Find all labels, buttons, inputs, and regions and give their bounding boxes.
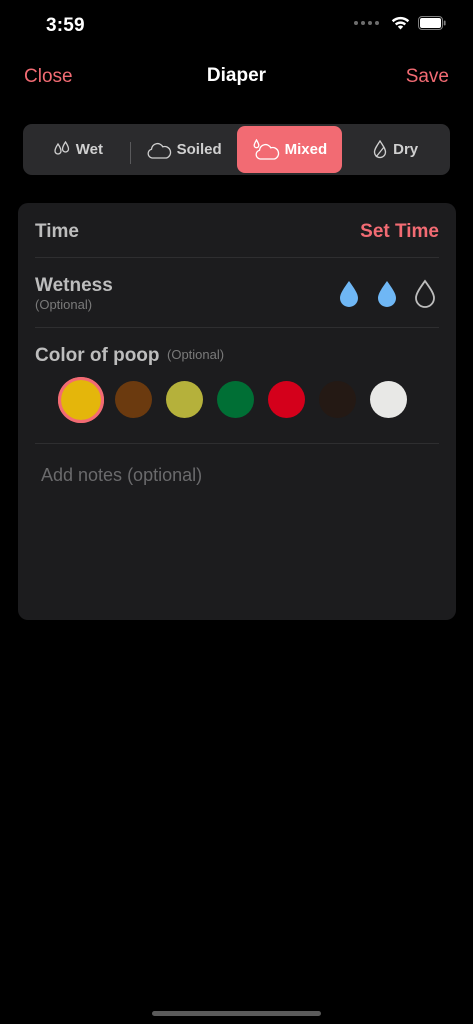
color-swatch[interactable] <box>370 381 407 418</box>
wetness-row: Wetness (Optional) <box>35 258 439 328</box>
leaf-drop-icon <box>373 139 387 158</box>
time-row: Time Set Time <box>35 203 439 258</box>
nav-bar: Close Diaper Save <box>0 60 473 94</box>
segment-label: Wet <box>75 141 103 158</box>
battery-icon <box>418 16 446 30</box>
drops-icon <box>54 140 69 155</box>
diaper-form-card: Time Set Time Wetness (Optional) Color o… <box>18 203 456 620</box>
color-swatch[interactable] <box>217 381 254 418</box>
cloud-drop-icon <box>253 138 279 160</box>
segment-soiled[interactable]: Soiled <box>131 126 237 173</box>
drop-icon[interactable] <box>375 279 399 314</box>
time-label: Time <box>35 221 80 242</box>
page-title: Diaper <box>206 65 267 86</box>
segment-wet[interactable]: Wet <box>25 126 131 173</box>
color-swatch[interactable] <box>58 376 104 423</box>
color-swatch[interactable] <box>268 381 305 418</box>
status-time: 3:59 <box>46 15 85 36</box>
poop-color-label: Color of poop <box>35 345 160 366</box>
drop-outline-icon[interactable] <box>413 279 437 314</box>
wetness-rating <box>337 279 437 314</box>
wifi-icon <box>391 16 410 30</box>
notes-input[interactable]: Add notes (optional) <box>41 465 202 486</box>
color-swatch[interactable] <box>319 381 356 418</box>
poop-color-row: Color of poop (Optional) <box>35 328 439 444</box>
save-button[interactable]: Save <box>406 66 449 88</box>
color-swatches <box>58 376 407 423</box>
segment-label: Dry <box>393 141 419 158</box>
home-indicator <box>152 1011 321 1016</box>
segment-dry[interactable]: Dry <box>342 126 448 173</box>
segment-label: Soiled <box>176 141 222 158</box>
color-swatch[interactable] <box>115 381 152 418</box>
segment-label: Mixed <box>284 141 328 158</box>
diaper-type-segmented-control: Wet Soiled Mixed Dry <box>23 124 450 175</box>
status-icons <box>354 16 447 30</box>
segment-mixed[interactable]: Mixed <box>236 126 343 173</box>
cloud-icon <box>147 142 171 159</box>
poop-color-optional-label: (Optional) <box>167 347 225 362</box>
color-swatch[interactable] <box>166 381 203 418</box>
signal-icon <box>354 21 379 25</box>
wetness-label: Wetness <box>35 275 113 296</box>
drop-icon[interactable] <box>337 279 361 314</box>
status-bar: 3:59 <box>0 0 473 52</box>
wetness-optional-label: (Optional) <box>35 297 93 312</box>
set-time-button[interactable]: Set Time <box>360 221 439 243</box>
